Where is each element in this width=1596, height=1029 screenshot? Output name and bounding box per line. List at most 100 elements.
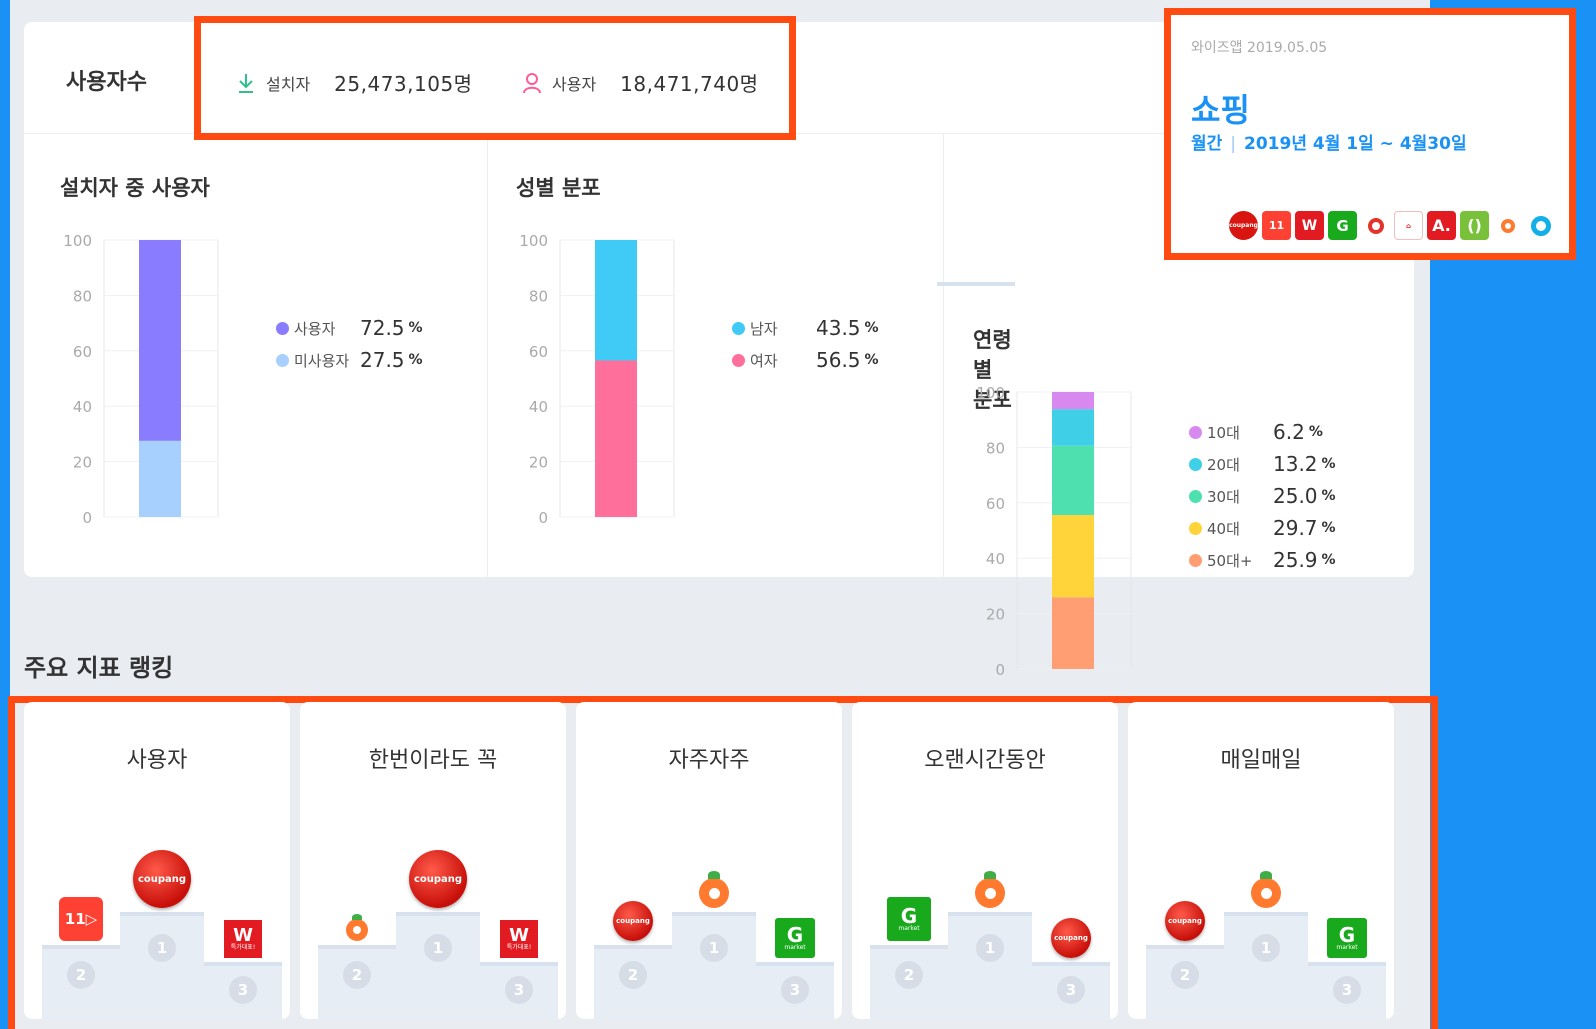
- podium-3: 3: [480, 962, 558, 1019]
- legend-name: 남자: [750, 319, 778, 338]
- bar-segment-여자: [595, 360, 637, 517]
- legend-name: 여자: [750, 351, 778, 370]
- 11st-logo-icon[interactable]: 11▷: [59, 897, 103, 941]
- legend-row: 미사용자 27.5%: [276, 344, 423, 376]
- gmarket-logo-icon[interactable]: Gmarket: [887, 897, 931, 941]
- carrot-logo-icon[interactable]: [346, 914, 368, 941]
- legend-value: 27.5: [360, 348, 405, 372]
- podium-1: 1: [672, 912, 756, 1019]
- legend-unit: %: [864, 320, 879, 336]
- 11st-icon[interactable]: 11: [1262, 211, 1291, 240]
- legend-dot: [276, 353, 289, 367]
- rank-number: 1: [976, 934, 1004, 962]
- wemakeprice-logo-icon[interactable]: W 특가대표!: [224, 920, 262, 958]
- rank-number: 1: [700, 934, 728, 962]
- legend-unit: %: [408, 352, 423, 368]
- carrot-logo-icon[interactable]: [699, 871, 729, 908]
- coupang-logo-icon[interactable]: coupang: [133, 850, 191, 908]
- target-app-icon[interactable]: [1361, 211, 1390, 240]
- rank-number: 3: [505, 976, 533, 1004]
- podium-2: 2: [594, 945, 672, 1019]
- usage-panel: 설치자 중 사용자 100 80 60 40 20 0 사용자 72.5% 미사용자 27.5%: [24, 134, 488, 577]
- legend-dot: [276, 321, 289, 335]
- legend-name: 미사용자: [294, 351, 350, 370]
- podium-1: 1: [396, 912, 480, 1019]
- coupang-logo-icon[interactable]: coupang: [409, 850, 467, 908]
- ranking-card[interactable]: 한번이라도 꼭 1 coupang 2 3 W 특가대표!: [300, 702, 566, 1019]
- wemakeprice-icon[interactable]: W: [1295, 211, 1324, 240]
- ranking-card[interactable]: 오랜시간동안 1 2 Gmarket 3 coupang: [852, 702, 1118, 1019]
- period-label: 월간 | 2019년 4월 1일 ~ 4월30일: [1191, 129, 1467, 154]
- y-tick-label: 40: [986, 550, 1005, 568]
- rank-number: 3: [1057, 976, 1085, 1004]
- legend-unit: %: [1308, 424, 1323, 440]
- y-tick-label: 0: [82, 509, 92, 527]
- ranking-card[interactable]: 자주자주 1 2 coupang 3 Gmarket: [576, 702, 842, 1019]
- naver-app-icon[interactable]: (): [1460, 211, 1489, 240]
- bar-segment-남자: [595, 240, 637, 361]
- bar-segment-40대: [1052, 514, 1094, 598]
- y-tick-label: 100: [519, 232, 548, 250]
- rank-number: 1: [148, 934, 176, 962]
- age-panel: 연령별 분포 100 80 60 40 20 0 10대 6.2% 20대 13.2% 30대 25…: [937, 282, 1336, 679]
- gender-legend: 남자 43.5% 여자 56.5%: [732, 312, 879, 376]
- ranking-card[interactable]: 사용자 1 coupang 2 11▷ 3 W 특가대표!: [24, 702, 290, 1019]
- legend-dot: [1189, 521, 1202, 535]
- legend-unit: %: [408, 320, 423, 336]
- bar-segment-사용자: [139, 240, 181, 441]
- podium-2: 2: [318, 945, 396, 1019]
- podium-3: 3: [756, 962, 834, 1019]
- y-tick-label: 40: [73, 398, 92, 416]
- legend-unit: %: [1321, 520, 1336, 536]
- highlight-box-users: [194, 16, 796, 140]
- legend-row: 50대+ 25.9%: [1189, 544, 1336, 576]
- podium-2: 2: [42, 945, 120, 1019]
- y-tick-label: 100: [63, 232, 92, 250]
- gmarket-logo-icon[interactable]: Gmarket: [775, 918, 815, 958]
- period-type: 월간: [1191, 134, 1223, 154]
- ring-app-icon[interactable]: [1526, 211, 1555, 240]
- bar-segment-미사용자: [139, 440, 181, 517]
- y-tick-label: 80: [529, 287, 548, 305]
- y-tick-label: 0: [538, 509, 548, 527]
- market-app-icon[interactable]: ⌂: [1394, 211, 1423, 240]
- ranking-section-title: 주요 지표 랭킹: [24, 654, 174, 682]
- carrot-icon[interactable]: [1493, 211, 1522, 240]
- legend-value: 72.5: [360, 316, 405, 340]
- coupang-logo-icon[interactable]: coupang: [613, 901, 653, 941]
- y-tick-label: 80: [986, 439, 1005, 457]
- rank-number: 1: [1252, 934, 1280, 962]
- legend-value: 6.2: [1273, 420, 1305, 444]
- wemakeprice-logo-icon[interactable]: W 특가대표!: [500, 920, 538, 958]
- gmarket-logo-icon[interactable]: Gmarket: [1327, 918, 1367, 958]
- carrot-logo-icon[interactable]: [1251, 871, 1281, 908]
- bar-segment-10대: [1052, 392, 1094, 410]
- auction-icon[interactable]: A.: [1427, 211, 1456, 240]
- legend-value: 43.5: [816, 316, 861, 340]
- legend-value: 13.2: [1273, 452, 1318, 476]
- legend-name: 50대+: [1207, 551, 1253, 570]
- legend-value: 56.5: [816, 348, 861, 372]
- rank-number: 2: [67, 961, 95, 989]
- y-tick-label: 60: [73, 343, 92, 361]
- podium-2: 2: [1146, 945, 1224, 1019]
- legend-row: 10대 6.2%: [1189, 416, 1336, 448]
- podium-1: 1: [120, 912, 204, 1019]
- podium-3: 3: [1308, 962, 1386, 1019]
- ranking-card-title: 한번이라도 꼭: [368, 748, 498, 773]
- y-tick-label: 20: [529, 454, 548, 472]
- y-tick-label: 0: [995, 661, 1005, 679]
- ranking-card[interactable]: 매일매일 1 2 coupang 3 Gmarket: [1128, 702, 1394, 1019]
- coupang-logo-icon[interactable]: coupang: [1165, 901, 1205, 941]
- podium-3: 3: [1032, 962, 1110, 1019]
- coupang-icon[interactable]: coupang: [1229, 211, 1258, 240]
- users-title: 사용자수: [66, 70, 147, 95]
- y-tick-label: 80: [73, 287, 92, 305]
- coupang-logo-icon[interactable]: coupang: [1051, 918, 1091, 958]
- y-tick-label: 20: [73, 454, 92, 472]
- gmarket-icon[interactable]: G: [1328, 211, 1357, 240]
- carrot-logo-icon[interactable]: [975, 871, 1005, 908]
- period-range: 2019년 4월 1일 ~ 4월30일: [1244, 134, 1467, 154]
- legend-value: 25.0: [1273, 484, 1318, 508]
- ranking-card-title: 매일매일: [1220, 748, 1302, 773]
